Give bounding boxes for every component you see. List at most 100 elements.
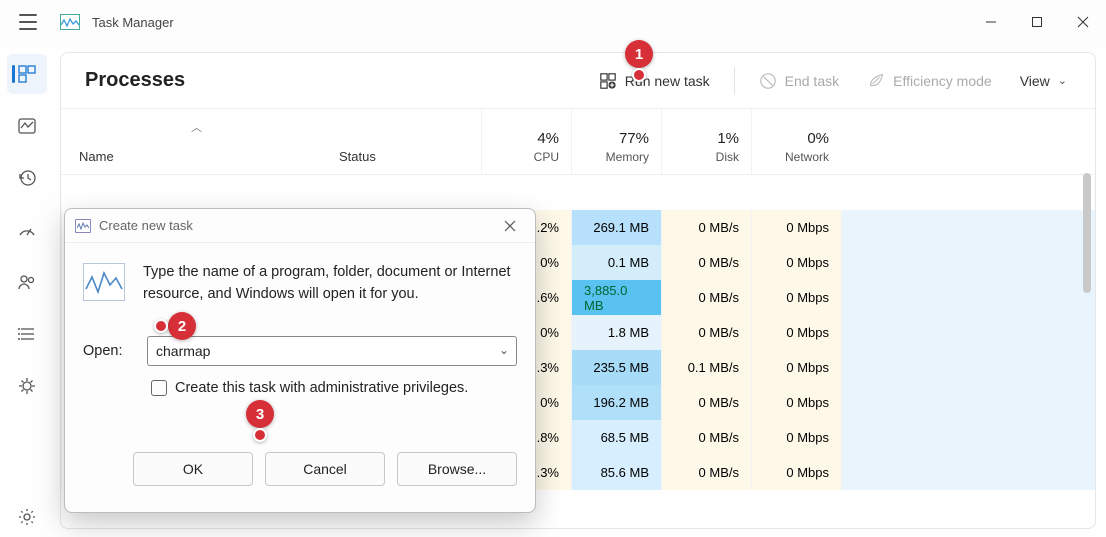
col-name-label: Name (79, 149, 114, 164)
cell-network: 0 Mbps (751, 210, 841, 245)
create-task-dialog: Create new task Type the name of a progr… (64, 208, 536, 513)
app-title: Task Manager (92, 15, 174, 30)
cell-network: 0 Mbps (751, 245, 841, 280)
page-title: Processes (85, 69, 185, 92)
col-disk[interactable]: 1% Disk (661, 109, 751, 174)
sidebar-details[interactable] (7, 314, 47, 354)
leaf-icon (867, 72, 885, 90)
mem-lbl: Memory (606, 150, 649, 164)
cell-network: 0 Mbps (751, 350, 841, 385)
col-name[interactable]: ︿ Name (61, 109, 331, 174)
cell-disk: 0 MB/s (661, 455, 751, 490)
net-pct: 0% (807, 130, 829, 147)
cell-spacer (841, 245, 1095, 280)
dialog-app-icon (75, 219, 91, 233)
sidebar-app-history[interactable] (7, 158, 47, 198)
cell-disk: 0 MB/s (661, 315, 751, 350)
cpu-pct: 4% (537, 130, 559, 147)
cell-spacer (841, 315, 1095, 350)
col-status[interactable]: Status (331, 109, 481, 174)
hamburger-menu[interactable] (8, 2, 48, 42)
cpu-lbl: CPU (534, 150, 559, 164)
run-new-task-button[interactable]: Run new task (595, 66, 714, 96)
toolbar-separator (734, 67, 735, 95)
end-task-button: End task (755, 66, 843, 96)
sidebar-performance[interactable] (7, 106, 47, 146)
run-icon (599, 72, 617, 90)
sidebar-settings[interactable] (7, 497, 47, 537)
users-icon (17, 272, 37, 292)
cell-memory: 196.2 MB (571, 385, 661, 420)
dialog-description: Type the name of a program, folder, docu… (143, 261, 517, 306)
gear-icon (17, 507, 37, 527)
cell-memory: 269.1 MB (571, 210, 661, 245)
cell-memory: 235.5 MB (571, 350, 661, 385)
end-task-icon (759, 72, 777, 90)
run-dialog-icon (83, 263, 125, 301)
sidebar-services[interactable] (7, 366, 47, 406)
minimize-button[interactable] (968, 2, 1014, 42)
annotation-badge-3: 3 (246, 400, 274, 428)
sidebar-users[interactable] (7, 262, 47, 302)
vertical-scrollbar[interactable] (1083, 173, 1091, 293)
cell-memory: 68.5 MB (571, 420, 661, 455)
annotation-badge-1: 1 (625, 40, 653, 68)
ok-button[interactable]: OK (133, 452, 253, 486)
net-lbl: Network (785, 150, 829, 164)
cell-disk: 0 MB/s (661, 245, 751, 280)
cell-disk: 0 MB/s (661, 280, 751, 315)
maximize-button[interactable] (1014, 2, 1060, 42)
view-button[interactable]: View ⌄ (1016, 67, 1071, 95)
open-label: Open: (83, 343, 135, 359)
efficiency-mode-button: Efficiency mode (863, 66, 996, 96)
cell-network: 0 Mbps (751, 315, 841, 350)
window-controls (968, 2, 1106, 42)
cell-spacer (841, 455, 1095, 490)
cell-network: 0 Mbps (751, 385, 841, 420)
sidebar-startup[interactable] (7, 210, 47, 250)
cell-spacer (841, 350, 1095, 385)
cell-disk: 0 MB/s (661, 385, 751, 420)
mem-pct: 77% (619, 130, 649, 147)
admin-label: Create this task with administrative pri… (175, 380, 468, 396)
col-status-label: Status (339, 149, 376, 164)
close-button[interactable] (1060, 2, 1106, 42)
end-task-label: End task (785, 73, 839, 89)
efficiency-mode-label: Efficiency mode (893, 73, 992, 89)
sidebar (0, 44, 54, 537)
cell-memory: 3,885.0 MB (571, 280, 661, 315)
col-cpu[interactable]: 4% CPU (481, 109, 571, 174)
cancel-button[interactable]: Cancel (265, 452, 385, 486)
history-icon (17, 168, 37, 188)
cell-disk: 0.1 MB/s (661, 350, 751, 385)
admin-checkbox[interactable] (151, 380, 167, 396)
performance-icon (17, 116, 37, 136)
hamburger-icon (19, 14, 37, 30)
cell-disk: 0 MB/s (661, 420, 751, 455)
cell-spacer (841, 210, 1095, 245)
cell-spacer (841, 280, 1095, 315)
cell-network: 0 Mbps (751, 280, 841, 315)
titlebar: Task Manager (0, 0, 1106, 44)
col-network[interactable]: 0% Network (751, 109, 841, 174)
dialog-close-button[interactable] (495, 211, 525, 241)
services-icon (17, 376, 37, 396)
cell-disk: 0 MB/s (661, 210, 751, 245)
cell-spacer (841, 385, 1095, 420)
dialog-titlebar[interactable]: Create new task (65, 209, 535, 243)
browse-button[interactable]: Browse... (397, 452, 517, 486)
dialog-title: Create new task (99, 218, 487, 233)
disk-lbl: Disk (716, 150, 739, 164)
cell-spacer (841, 420, 1095, 455)
sidebar-processes[interactable] (7, 54, 47, 94)
grid-icon (17, 64, 37, 84)
cell-memory: 1.8 MB (571, 315, 661, 350)
list-icon (17, 324, 37, 344)
col-memory[interactable]: 77% Memory (571, 109, 661, 174)
cell-memory: 85.6 MB (571, 455, 661, 490)
gauge-icon (17, 220, 37, 240)
view-label: View (1020, 73, 1050, 89)
chevron-down-icon: ⌄ (1058, 74, 1067, 87)
app-icon (60, 14, 80, 30)
open-input[interactable] (147, 336, 517, 366)
